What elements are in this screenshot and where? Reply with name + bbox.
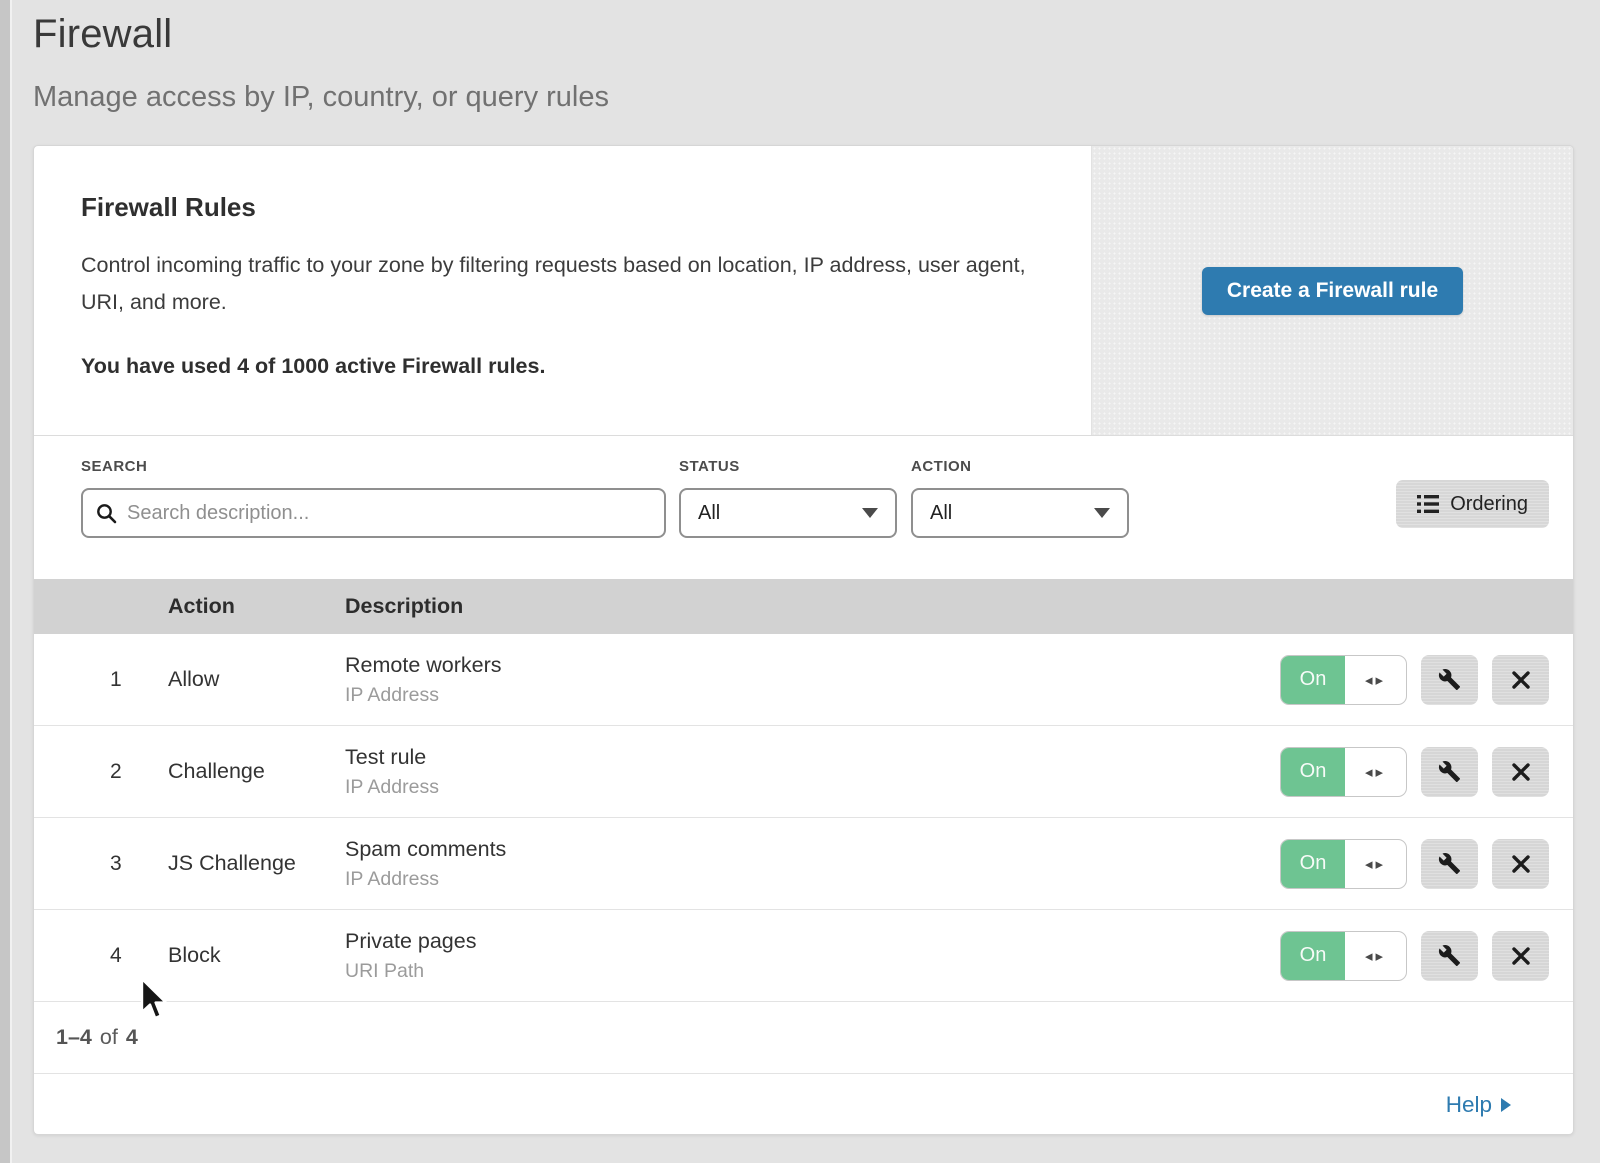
table-row: 1 Allow Remote workers IP Address On ◂▸ [34, 634, 1573, 726]
rule-field-type: IP Address [345, 684, 1280, 707]
rule-description: Remote workers [345, 653, 1280, 678]
rule-description: Spam comments [345, 837, 1280, 862]
rule-description-cell: Spam comments IP Address [345, 837, 1280, 891]
delete-rule-button[interactable] [1492, 931, 1549, 981]
rule-description-cell: Private pages URI Path [345, 929, 1280, 983]
rule-enabled-toggle[interactable]: On ◂▸ [1280, 655, 1407, 705]
toggle-arrows-icon: ◂▸ [1345, 748, 1406, 796]
table-row: 3 JS Challenge Spam comments IP Address … [34, 818, 1573, 910]
rules-usage-count: You have used 4 of 1000 active Firewall … [81, 354, 1031, 379]
close-icon [1511, 854, 1531, 874]
delete-rule-button[interactable] [1492, 747, 1549, 797]
status-selected-value: All [698, 502, 720, 525]
pagination: 1–4 of 4 [34, 1002, 1573, 1074]
action-column-header: Action [168, 594, 345, 619]
pagination-of: of [100, 1025, 118, 1050]
rule-action: Block [168, 943, 345, 968]
search-filter: SEARCH [81, 458, 666, 538]
edit-rule-button[interactable] [1421, 655, 1478, 705]
delete-rule-button[interactable] [1492, 655, 1549, 705]
page-subtitle: Manage access by IP, country, or query r… [33, 81, 1600, 114]
wrench-icon [1438, 760, 1461, 783]
search-icon [96, 503, 117, 524]
rule-enabled-toggle[interactable]: On ◂▸ [1280, 839, 1407, 889]
toggle-arrows-icon: ◂▸ [1345, 656, 1406, 704]
chevron-down-icon [862, 508, 878, 518]
rule-controls: On ◂▸ [1280, 655, 1549, 705]
delete-rule-button[interactable] [1492, 839, 1549, 889]
wrench-icon [1438, 852, 1461, 875]
page-title: Firewall [33, 12, 1600, 57]
toggle-on-label: On [1281, 656, 1345, 704]
rule-field-type: IP Address [345, 868, 1280, 891]
description-column-header: Description [345, 594, 1573, 619]
rule-priority: 3 [34, 852, 168, 876]
toggle-arrows-icon: ◂▸ [1345, 840, 1406, 888]
pagination-range: 1–4 [56, 1025, 92, 1050]
edit-rule-button[interactable] [1421, 931, 1478, 981]
table-row: 2 Challenge Test rule IP Address On ◂▸ [34, 726, 1573, 818]
create-firewall-rule-button[interactable]: Create a Firewall rule [1202, 267, 1463, 315]
toggle-arrows-icon: ◂▸ [1345, 932, 1406, 980]
pagination-total: 4 [126, 1025, 138, 1050]
edit-rule-button[interactable] [1421, 839, 1478, 889]
rule-description-cell: Test rule IP Address [345, 745, 1280, 799]
wrench-icon [1438, 944, 1461, 967]
firewall-rules-card: Firewall Rules Control incoming traffic … [33, 145, 1574, 1135]
rule-action: Challenge [168, 759, 345, 784]
rules-intro-section: Firewall Rules Control incoming traffic … [34, 146, 1573, 436]
rule-controls: On ◂▸ [1280, 931, 1549, 981]
rule-controls: On ◂▸ [1280, 747, 1549, 797]
ordering-button[interactable]: Ordering [1396, 480, 1549, 528]
help-link[interactable]: Help [1446, 1092, 1511, 1118]
table-row: 4 Block Private pages URI Path On ◂▸ [34, 910, 1573, 1002]
close-icon [1511, 670, 1531, 690]
rule-enabled-toggle[interactable]: On ◂▸ [1280, 747, 1407, 797]
search-box[interactable] [81, 488, 666, 538]
rule-field-type: URI Path [345, 960, 1280, 983]
close-icon [1511, 946, 1531, 966]
action-filter: ACTION All [911, 458, 1129, 538]
rules-heading: Firewall Rules [81, 192, 1031, 223]
rules-description: Control incoming traffic to your zone by… [81, 247, 1031, 321]
chevron-down-icon [1094, 508, 1110, 518]
rule-field-type: IP Address [345, 776, 1280, 799]
status-filter: STATUS All [679, 458, 897, 538]
rule-enabled-toggle[interactable]: On ◂▸ [1280, 931, 1407, 981]
toggle-on-label: On [1281, 748, 1345, 796]
ordered-list-icon [1417, 494, 1439, 514]
rule-controls: On ◂▸ [1280, 839, 1549, 889]
toggle-on-label: On [1281, 840, 1345, 888]
close-icon [1511, 762, 1531, 782]
rule-action: Allow [168, 667, 345, 692]
action-label: ACTION [911, 458, 1129, 475]
action-selected-value: All [930, 502, 952, 525]
rule-description-cell: Remote workers IP Address [345, 653, 1280, 707]
rule-description: Test rule [345, 745, 1280, 770]
create-rule-panel: Create a Firewall rule [1091, 146, 1573, 435]
search-label: SEARCH [81, 458, 666, 475]
toggle-on-label: On [1281, 932, 1345, 980]
filters-bar: SEARCH STATUS All ACTION All [34, 436, 1573, 579]
card-footer: Help [34, 1074, 1573, 1135]
action-select[interactable]: All [911, 488, 1129, 538]
chevron-right-icon [1501, 1098, 1511, 1112]
page-header: Firewall Manage access by IP, country, o… [0, 0, 1600, 114]
rule-priority: 1 [34, 668, 168, 692]
rule-priority: 2 [34, 760, 168, 784]
edit-rule-button[interactable] [1421, 747, 1478, 797]
rule-action: JS Challenge [168, 851, 345, 876]
rule-priority: 4 [34, 944, 168, 968]
rules-table-header: Action Description [34, 579, 1573, 634]
status-label: STATUS [679, 458, 897, 475]
wrench-icon [1438, 668, 1461, 691]
search-input[interactable] [127, 502, 651, 525]
ordering-button-label: Ordering [1450, 493, 1528, 516]
help-link-label: Help [1446, 1092, 1492, 1118]
rules-intro-text: Firewall Rules Control incoming traffic … [34, 146, 1091, 435]
rule-description: Private pages [345, 929, 1280, 954]
status-select[interactable]: All [679, 488, 897, 538]
